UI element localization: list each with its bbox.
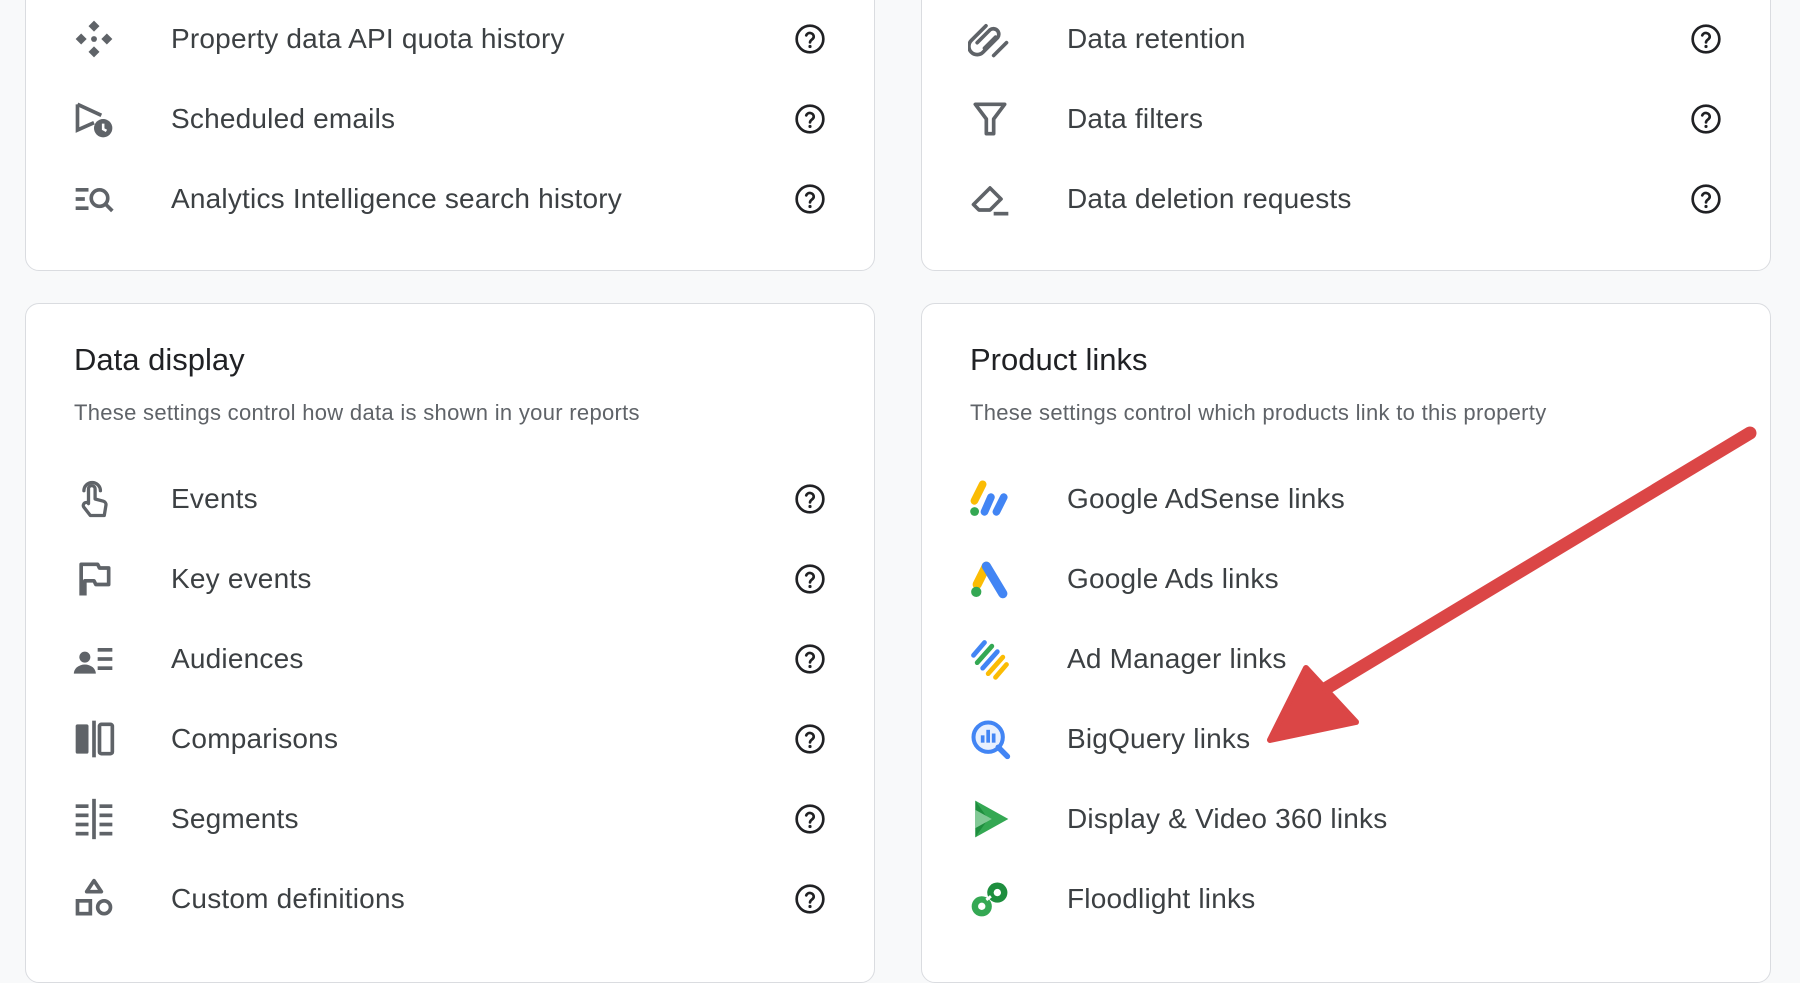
item-label: Property data API quota history	[171, 23, 565, 54]
flag-icon	[72, 557, 116, 601]
data-retention-item[interactable]: Data retention	[922, 7, 1770, 71]
scheduled-emails-item[interactable]: Scheduled emails	[26, 87, 874, 151]
audiences-item[interactable]: Audiences	[26, 627, 874, 691]
data-deletion-requests-item[interactable]: Data deletion requests	[922, 167, 1770, 231]
data-collection-card: Data retention Data filters Data deletio…	[921, 0, 1771, 271]
help-icon[interactable]	[794, 883, 826, 915]
audiences-icon	[72, 637, 116, 681]
property-history-card: Property data API quota history Schedule…	[25, 0, 875, 271]
comparisons-icon	[72, 717, 116, 761]
custom-definitions-item[interactable]: Custom definitions	[26, 867, 874, 931]
google-ads-links-item[interactable]: Google Ads links	[922, 547, 1770, 611]
item-label: Data retention	[1067, 23, 1246, 54]
data-display-card: Data display These settings control how …	[25, 303, 875, 983]
help-icon[interactable]	[794, 183, 826, 215]
item-label: Google AdSense links	[1067, 483, 1345, 514]
adsense-logo-icon	[968, 477, 1012, 521]
help-icon[interactable]	[794, 803, 826, 835]
events-item[interactable]: Events	[26, 467, 874, 531]
item-label: Data deletion requests	[1067, 183, 1352, 214]
touch-icon	[72, 477, 116, 521]
ad-manager-logo-icon	[968, 637, 1012, 681]
item-label: Key events	[171, 563, 312, 594]
floodlight-logo-icon	[968, 877, 1012, 921]
scheduled-email-icon	[72, 97, 116, 141]
item-label: Events	[171, 483, 258, 514]
item-label: Data filters	[1067, 103, 1204, 134]
shapes-icon	[72, 877, 116, 921]
help-icon[interactable]	[1690, 183, 1722, 215]
item-label: Ad Manager links	[1067, 643, 1287, 674]
search-history-icon	[72, 177, 116, 221]
item-label: Analytics Intelligence search history	[171, 183, 622, 214]
item-label: BigQuery links	[1067, 723, 1251, 754]
comparisons-item[interactable]: Comparisons	[26, 707, 874, 771]
card-subtitle: These settings control how data is shown…	[74, 400, 640, 425]
bigquery-links-item[interactable]: BigQuery links	[922, 707, 1770, 771]
help-icon[interactable]	[794, 723, 826, 755]
google-adsense-links-item[interactable]: Google AdSense links	[922, 467, 1770, 531]
card-subtitle: These settings control which products li…	[970, 400, 1547, 425]
help-icon[interactable]	[794, 483, 826, 515]
item-label: Custom definitions	[171, 883, 405, 914]
eraser-icon	[968, 177, 1012, 221]
help-icon[interactable]	[794, 103, 826, 135]
display-video-360-links-item[interactable]: Display & Video 360 links	[922, 787, 1770, 851]
item-label: Segments	[171, 803, 299, 834]
help-icon[interactable]	[1690, 103, 1722, 135]
google-ads-logo-icon	[968, 557, 1012, 601]
key-events-item[interactable]: Key events	[26, 547, 874, 611]
analytics-intelligence-search-history-item[interactable]: Analytics Intelligence search history	[26, 167, 874, 231]
filter-icon	[968, 97, 1012, 141]
item-label: Floodlight links	[1067, 883, 1256, 914]
card-title: Product links	[970, 342, 1148, 377]
product-links-card: Product links These settings control whi…	[921, 303, 1771, 983]
floodlight-links-item[interactable]: Floodlight links	[922, 867, 1770, 931]
item-label: Audiences	[171, 643, 304, 674]
data-retention-icon	[968, 17, 1012, 61]
card-title: Data display	[74, 342, 245, 377]
help-icon[interactable]	[794, 643, 826, 675]
ad-manager-links-item[interactable]: Ad Manager links	[922, 627, 1770, 691]
item-label: Google Ads links	[1067, 563, 1279, 594]
api-quota-icon	[72, 17, 116, 61]
data-filters-item[interactable]: Data filters	[922, 87, 1770, 151]
bigquery-logo-icon	[968, 717, 1012, 761]
property-data-api-quota-history-item[interactable]: Property data API quota history	[26, 7, 874, 71]
item-label: Comparisons	[171, 723, 339, 754]
dv360-logo-icon	[968, 797, 1012, 841]
help-icon[interactable]	[1690, 23, 1722, 55]
segments-icon	[72, 797, 116, 841]
segments-item[interactable]: Segments	[26, 787, 874, 851]
item-label: Scheduled emails	[171, 103, 396, 134]
help-icon[interactable]	[794, 563, 826, 595]
help-icon[interactable]	[794, 23, 826, 55]
item-label: Display & Video 360 links	[1067, 803, 1388, 834]
